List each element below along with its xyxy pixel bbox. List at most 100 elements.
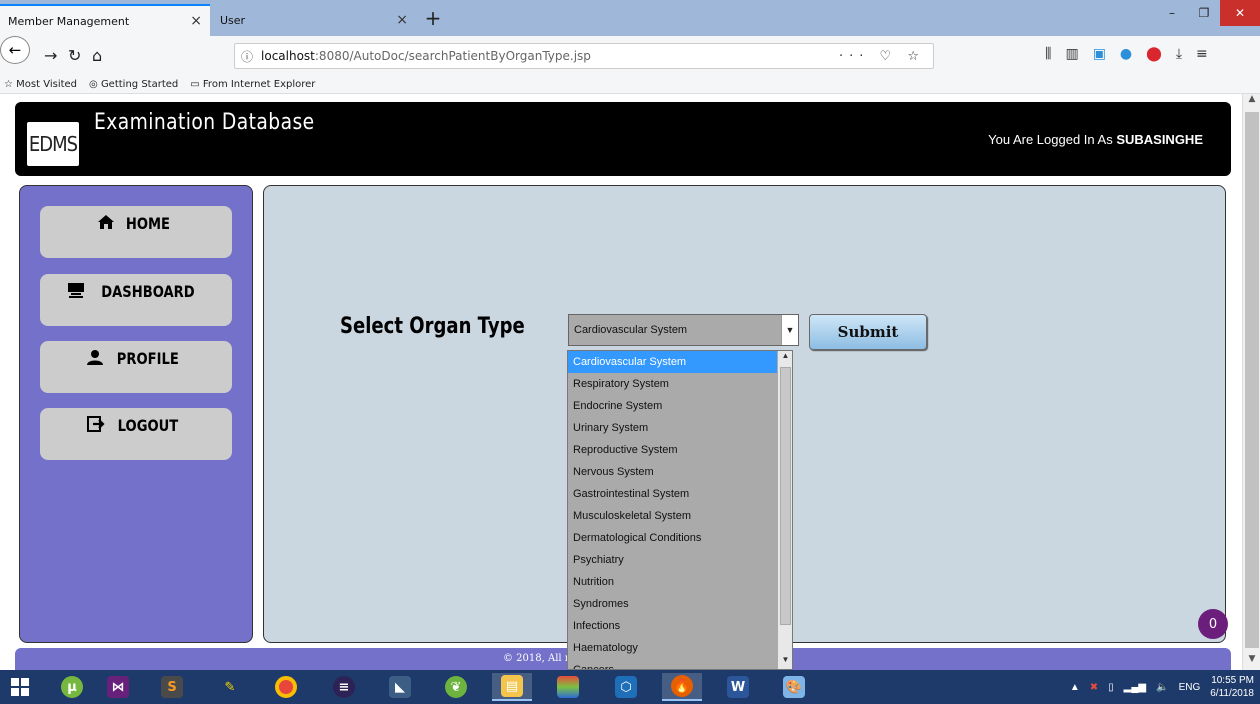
notification-icon[interactable]: ● [1120, 46, 1132, 62]
toolbar-icons: ⫼ ▥ ▣ ● ⬤ ⤓ ≡ [1045, 46, 1208, 62]
visual-studio-icon[interactable]: ⋈ [98, 673, 138, 701]
clock[interactable]: 10:55 PM 6/11/2018 [1210, 674, 1254, 700]
start-button[interactable] [0, 673, 40, 701]
volume-icon[interactable]: 🔈 [1156, 682, 1168, 693]
utorrent-icon[interactable]: µ [52, 673, 92, 701]
page-scrollbar[interactable]: ▲ ▼ [1242, 94, 1260, 670]
info-icon[interactable]: ⓘ [241, 48, 253, 65]
file-explorer-icon[interactable]: ▤ [492, 673, 532, 701]
download-icon[interactable]: ⤓ [1176, 46, 1182, 62]
bookmark-most-visited[interactable]: ☆ Most Visited [4, 79, 77, 90]
reload-icon[interactable]: ↻ [68, 46, 81, 65]
option-item[interactable]: Musculoskeletal System [568, 505, 779, 527]
language-indicator[interactable]: ENG [1179, 682, 1201, 693]
sublime-text-icon[interactable]: S [152, 673, 192, 701]
bookmark-label: Getting Started [100, 79, 179, 90]
sidebar-item-label: LOGOUT [117, 416, 179, 435]
menu-icon[interactable]: ≡ [1196, 46, 1208, 62]
sidebar-item-logout[interactable]: LOGOUT [40, 408, 232, 460]
option-item[interactable]: Psychiatry [568, 549, 779, 571]
battery-icon[interactable]: ▯ [1108, 682, 1114, 693]
paint-palette-icon[interactable]: 🎨 [774, 673, 814, 701]
mysql-icon[interactable]: ◣ [380, 673, 420, 701]
minimize-icon[interactable]: – [1156, 0, 1188, 26]
dropdown-scroll-thumb[interactable] [780, 367, 791, 625]
browser-tab-bar: Member Management × User × + – ❐ ✕ [0, 0, 1260, 36]
select-organ-type-label: Select Organ Type [340, 314, 525, 339]
paint-icon[interactable]: ✎ [210, 673, 250, 701]
back-arrow-icon[interactable]: ← [0, 36, 30, 64]
new-tab-button[interactable]: + [420, 6, 446, 30]
forward-arrow-icon[interactable]: → [44, 46, 57, 65]
adblock-icon[interactable]: ⬤ [1146, 46, 1162, 62]
bookmark-label: Most Visited [16, 79, 78, 90]
option-item[interactable]: Reproductive System [568, 439, 779, 461]
scroll-thumb[interactable] [1245, 112, 1259, 648]
page-actions[interactable]: ··· ♡ ☆ [839, 49, 925, 64]
tab-member-management[interactable]: Member Management × [0, 4, 210, 36]
signal-icon[interactable]: ▂▄▆ [1124, 682, 1146, 693]
scroll-down-icon[interactable]: ▼ [1243, 654, 1260, 670]
restore-icon[interactable]: ❐ [1188, 0, 1220, 26]
extension-icon[interactable]: ▣ [1093, 46, 1106, 62]
eclipse-icon[interactable]: ≡ [324, 673, 364, 701]
option-item[interactable]: Gastrointestinal System [568, 483, 779, 505]
logged-in-prefix: You Are Logged In As [988, 132, 1117, 147]
option-item[interactable]: Haematology [568, 637, 779, 659]
sidebar-item-dashboard[interactable]: DASHBOARD [40, 274, 232, 326]
sidebar-toggle-icon[interactable]: ▥ [1065, 46, 1078, 62]
virtualbox-icon[interactable]: ⬡ [606, 673, 646, 701]
library-icon[interactable]: ⫼ [1045, 46, 1051, 62]
option-item[interactable]: Nutrition [568, 571, 779, 593]
dropdown-scrollbar[interactable]: ▲ ▼ [777, 351, 792, 669]
tab-user[interactable]: User × [212, 4, 416, 36]
url-path: :8080/AutoDoc/searchPatientByOrganType.j… [314, 49, 591, 63]
copyright-text: © 2018, All r [503, 653, 570, 664]
bookmark-from-ie[interactable]: ▭ From Internet Explorer [190, 79, 315, 90]
sidebar-item-profile[interactable]: PROFILE [40, 341, 232, 393]
window-controls: – ❐ ✕ [1156, 0, 1260, 26]
option-item[interactable]: Nervous System [568, 461, 779, 483]
browser-nav-bar: ← → ↻ ⌂ ⓘ localhost:8080/AutoDoc/searchP… [0, 36, 1260, 76]
username: SUBASINGHE [1116, 132, 1203, 147]
sidebar-item-home[interactable]: HOME [40, 206, 232, 258]
sidebar-item-label: HOME [125, 214, 171, 233]
organ-type-select[interactable]: Cardiovascular System ▼ [568, 314, 799, 346]
close-icon[interactable]: × [396, 12, 408, 28]
sidebar-item-label: PROFILE [116, 349, 180, 368]
option-item[interactable]: Endocrine System [568, 395, 779, 417]
window-close-icon[interactable]: ✕ [1220, 0, 1260, 26]
firefox-icon[interactable]: 🔥 [662, 673, 702, 701]
taskbar: µ ⋈ S ✎ ≡ ◣ ❦ ▤ ⬡ 🔥 W 🎨 ▲ ✖ ▯ ▂▄▆ 🔈 ENG … [0, 670, 1260, 704]
logged-in-status: You Are Logged In As SUBASINGHE [988, 132, 1203, 147]
chrome-icon[interactable] [266, 673, 306, 701]
home-page-icon[interactable]: ⌂ [92, 46, 102, 65]
submit-button[interactable]: Submit [809, 314, 927, 350]
sidebar-item-label: DASHBOARD [101, 282, 195, 301]
scroll-up-icon[interactable]: ▲ [1243, 94, 1260, 110]
tab-label: Member Management [8, 14, 130, 28]
option-item[interactable]: Respiratory System [568, 373, 779, 395]
scroll-down-icon[interactable]: ▼ [778, 655, 792, 669]
option-item[interactable]: Cardiovascular System [568, 351, 779, 373]
url-bar[interactable]: ⓘ localhost:8080/AutoDoc/searchPatientBy… [234, 43, 934, 69]
chevron-down-icon[interactable]: ▼ [781, 315, 798, 345]
close-icon[interactable]: × [190, 13, 202, 29]
home-icon [97, 214, 115, 258]
dashboard-icon [67, 282, 85, 326]
scroll-up-icon[interactable]: ▲ [778, 351, 792, 365]
option-item[interactable]: Infections [568, 615, 779, 637]
url-host: localhost [261, 49, 315, 63]
spring-tool-icon[interactable]: ❦ [436, 673, 476, 701]
word-icon[interactable]: W [718, 673, 758, 701]
option-item[interactable]: Dermatological Conditions [568, 527, 779, 549]
organ-type-options-list: Cardiovascular System Respiratory System… [567, 350, 793, 670]
option-item[interactable]: Syndromes [568, 593, 779, 615]
option-item[interactable]: Cancers [568, 659, 779, 669]
tray-expand-icon[interactable]: ▲ [1070, 682, 1080, 693]
chat-badge[interactable]: 0 [1198, 609, 1228, 639]
bookmark-getting-started[interactable]: ◎ Getting Started [89, 79, 178, 90]
option-item[interactable]: Urinary System [568, 417, 779, 439]
network-warning-icon[interactable]: ✖ [1090, 682, 1098, 693]
bluestacks-icon[interactable] [548, 673, 588, 701]
